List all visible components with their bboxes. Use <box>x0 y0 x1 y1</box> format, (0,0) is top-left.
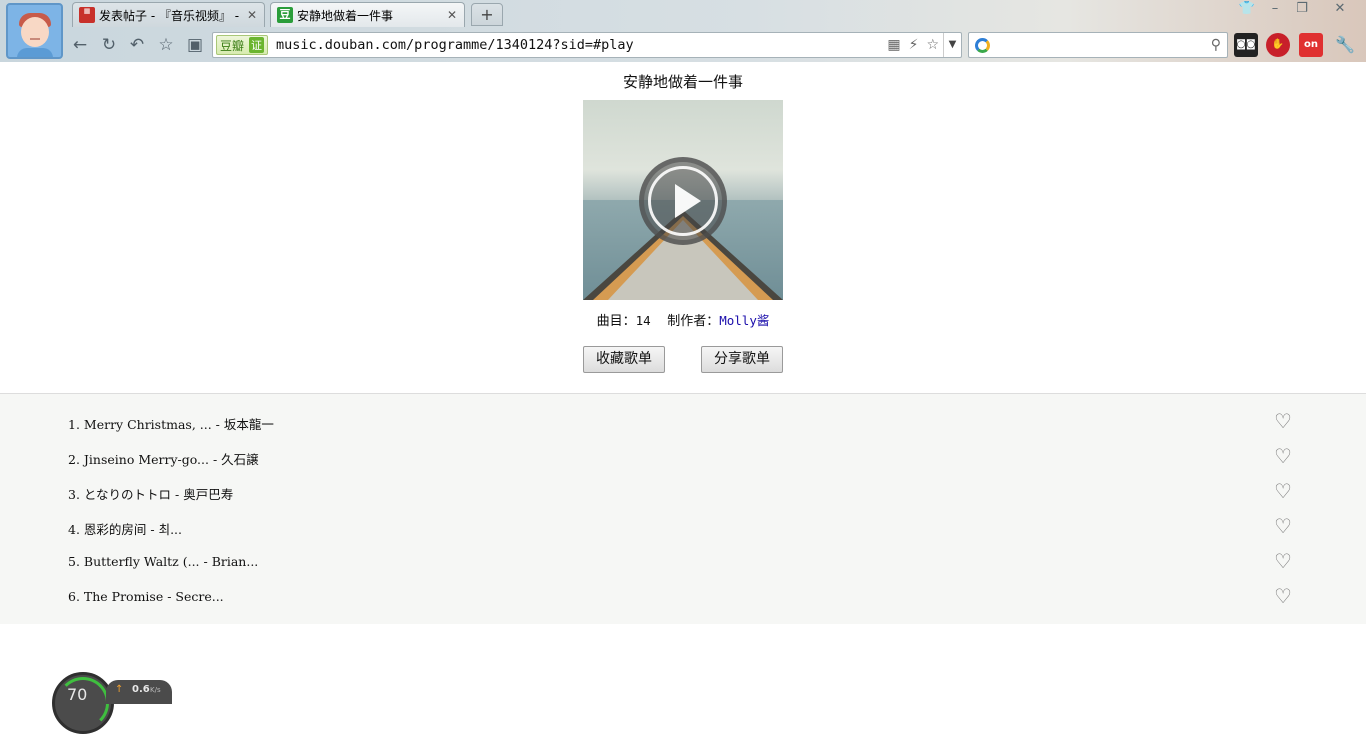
user-avatar[interactable] <box>6 3 63 59</box>
maker-label: 制作者： <box>667 314 720 329</box>
play-button[interactable] <box>639 157 727 245</box>
restore-icon[interactable]: ❐ <box>1291 1 1313 17</box>
site-name: 豆瓣 <box>220 38 245 53</box>
douban-favicon-icon: 豆 <box>277 7 293 23</box>
close-icon[interactable]: ✕ <box>246 8 258 22</box>
bookmark-star-icon[interactable]: ☆ <box>926 37 939 53</box>
undo-icon[interactable]: ↶ <box>125 33 149 57</box>
speed-unit: K/s <box>150 686 161 694</box>
track-row[interactable]: 4. 恩彩的房间 - 최... ♡ <box>0 509 1366 544</box>
verified-badge: 证 <box>249 37 265 53</box>
upload-arrow-icon: ↑ <box>115 684 124 695</box>
heart-icon[interactable]: ♡ <box>1272 515 1294 537</box>
heart-icon[interactable]: ♡ <box>1272 585 1294 607</box>
browser-chrome: ▦ 发表帖子 - 『音乐视频』 - ✕ 豆 安静地做着一件事 ✕ + 👕 – ❐… <box>0 0 1366 62</box>
heart-icon[interactable]: ♡ <box>1272 480 1294 502</box>
url-input[interactable]: music.douban.com/programme/1340124?sid=#… <box>276 37 887 53</box>
heart-icon[interactable]: ♡ <box>1272 445 1294 467</box>
programme-meta: 曲目：14 制作者：Molly酱 <box>0 310 1366 329</box>
track-row[interactable]: 2. Jinseino Merry-go... - 久石譲 ♡ <box>0 439 1366 474</box>
track-count: 14 <box>635 313 651 328</box>
track-row[interactable]: 6. The Promise - Secre... ♡ <box>0 579 1366 614</box>
window-close-icon[interactable]: ✕ <box>1329 1 1351 17</box>
track-title: 4. 恩彩的房间 - 최... <box>68 522 182 537</box>
track-title: 6. The Promise - Secre... <box>68 589 224 604</box>
track-row[interactable]: 3. となりのトトロ - 奥戸巴寿 ♡ <box>0 474 1366 509</box>
tab-label: 安静地做着一件事 <box>297 8 394 23</box>
avatar-body <box>17 48 53 57</box>
gauge-value: 70 <box>67 685 88 704</box>
favorite-star-icon[interactable]: ☆ <box>154 33 178 57</box>
forum-favicon-icon: ▦ <box>79 7 95 23</box>
tab-post-thread[interactable]: ▦ 发表帖子 - 『音乐视频』 - ✕ <box>72 2 265 27</box>
glasses-extension-icon[interactable]: ◙◙ <box>1234 33 1258 57</box>
site-identity-badge[interactable]: 豆瓣 证 <box>216 35 269 55</box>
search-icon[interactable]: ⚲ <box>1211 37 1221 53</box>
track-title: 1. Merry Christmas, ... - 坂本龍一 <box>68 417 274 432</box>
maker-link[interactable]: Molly酱 <box>719 313 769 328</box>
new-tab-button[interactable]: + <box>471 3 503 26</box>
tab-douban-programme[interactable]: 豆 安静地做着一件事 ✕ <box>270 2 465 27</box>
track-row[interactable]: 1. Merry Christmas, ... - 坂本龍一 ♡ <box>0 404 1366 439</box>
speed-gauge-widget[interactable]: 70 <box>52 672 114 734</box>
minimize-icon[interactable]: – <box>1264 1 1286 17</box>
search-bar[interactable]: ⚲ <box>968 32 1228 58</box>
track-list: 1. Merry Christmas, ... - 坂本龍一 ♡ 2. Jins… <box>0 394 1366 624</box>
close-icon[interactable]: ✕ <box>446 8 458 22</box>
play-icon <box>675 184 701 218</box>
qr-code-icon[interactable]: ▦ <box>887 37 900 53</box>
network-speed-widget[interactable]: ↑ 0.6 K/s <box>106 680 172 704</box>
address-bar[interactable]: 豆瓣 证 music.douban.com/programme/1340124?… <box>212 32 962 58</box>
track-title: 5. Butterfly Waltz (... - Brian... <box>68 554 259 569</box>
apps-grid-icon[interactable]: ▣ <box>183 33 207 57</box>
share-playlist-button[interactable]: 分享歌单 <box>701 346 783 373</box>
wrench-menu-icon[interactable]: 🔧 <box>1333 33 1357 57</box>
on-extension-icon[interactable]: on <box>1299 33 1323 57</box>
programme-cover-image[interactable] <box>583 100 783 300</box>
tab-label: 发表帖子 - 『音乐视频』 - <box>99 8 240 23</box>
track-title: 3. となりのトトロ - 奥戸巴寿 <box>68 487 234 502</box>
chevron-down-icon[interactable]: ▼ <box>943 33 961 57</box>
programme-title: 安静地做着一件事 <box>622 73 743 91</box>
avatar-mouth <box>30 38 40 40</box>
avatar-face <box>21 17 49 47</box>
track-row[interactable]: 5. Butterfly Waltz (... - Brian... ♡ <box>0 544 1366 579</box>
heart-icon[interactable]: ♡ <box>1272 550 1294 572</box>
lightning-icon[interactable]: ⚡ <box>909 37 919 53</box>
adblock-extension-icon[interactable]: ✋ <box>1266 33 1290 57</box>
back-arrow-icon[interactable]: ← <box>68 33 92 57</box>
skin-shirt-icon[interactable]: 👕 <box>1236 1 1258 17</box>
collect-playlist-button[interactable]: 收藏歌单 <box>583 346 665 373</box>
tracks-label: 曲目： <box>596 314 636 329</box>
search-engine-logo-icon[interactable] <box>975 37 990 53</box>
track-title: 2. Jinseino Merry-go... - 久石譲 <box>68 452 259 467</box>
heart-icon[interactable]: ♡ <box>1272 410 1294 432</box>
refresh-icon[interactable]: ↻ <box>97 33 121 57</box>
speed-value: 0.6 <box>132 684 150 695</box>
